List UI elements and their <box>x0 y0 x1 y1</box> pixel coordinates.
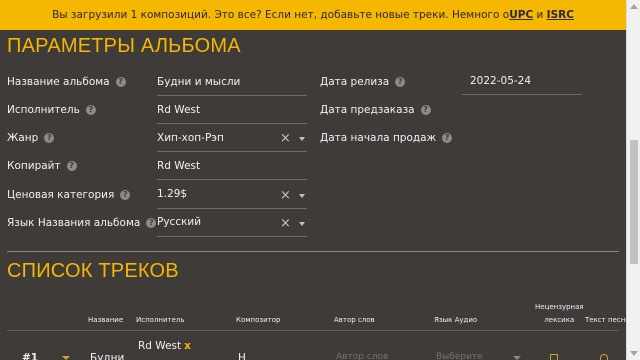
preorder-date-label: Дата предзаказа? <box>320 104 431 116</box>
help-icon[interactable]: ? <box>395 77 406 87</box>
price-select[interactable]: 1.29$ <box>157 188 187 200</box>
language-select-controls: × <box>280 216 305 231</box>
lyrics-button[interactable] <box>600 354 608 360</box>
price-label: Ценовая категория? <box>7 189 131 201</box>
col-header-name: Название <box>88 316 124 324</box>
help-icon[interactable]: ? <box>66 161 77 171</box>
artist-field[interactable]: Rd West <box>157 104 200 116</box>
price-underline <box>157 208 307 209</box>
banner-text: Вы загрузили 1 композиций. Это все? Если… <box>52 9 510 21</box>
col-header-lyrics: Текст песни <box>585 316 630 324</box>
clear-icon[interactable]: × <box>280 131 291 146</box>
album-name-field[interactable]: Будни и мысли <box>157 76 240 88</box>
track-number: #1 <box>22 352 39 360</box>
release-date-label: Дата релиза? <box>320 76 406 88</box>
release-date-label-text: Дата релиза <box>320 76 390 88</box>
help-icon[interactable]: ? <box>120 190 131 200</box>
banner-text-mid: и <box>533 9 547 21</box>
track-language-select[interactable]: Выберите <box>436 352 483 360</box>
col-header-explicit-line2: лексика <box>544 316 575 324</box>
track-lyricist-input[interactable]: Автор слов <box>336 352 388 360</box>
language-underline <box>157 236 307 237</box>
help-icon[interactable]: ? <box>115 77 126 87</box>
chevron-down-icon[interactable] <box>298 136 305 141</box>
genre-label-text: Жанр <box>7 132 39 144</box>
album-language-label: Язык Названия альбома? <box>7 217 157 229</box>
copyright-field[interactable]: Rd West <box>157 160 200 172</box>
album-language-label-text: Язык Названия альбома <box>7 217 141 229</box>
album-name-label-text: Название альбома <box>7 76 110 88</box>
chevron-down-icon[interactable] <box>298 221 305 226</box>
tracks-title: СПИСОК ТРЕКОВ <box>7 260 179 282</box>
track-artist-tag: Rd West x <box>138 340 191 352</box>
copyright-underline <box>157 179 307 180</box>
help-icon[interactable]: ? <box>85 105 96 115</box>
upc-link[interactable]: UPC <box>509 9 533 21</box>
sales-start-date-label-text: Дата начала продаж <box>320 132 437 144</box>
copyright-label-text: Копирайт <box>7 160 61 172</box>
col-header-audio-language: Язык Аудио <box>434 316 478 324</box>
chevron-down-icon[interactable] <box>298 193 305 198</box>
track-name[interactable]: Будни <box>90 352 124 360</box>
artist-label-text: Исполнитель <box>7 104 80 116</box>
preorder-date-label-text: Дата предзаказа <box>320 104 415 116</box>
genre-select-controls: × <box>280 131 305 146</box>
scroll-down-icon[interactable] <box>630 351 638 356</box>
col-header-artist: Исполнитель <box>136 316 185 324</box>
col-header-composer: Композитор <box>236 316 281 324</box>
album-language-select[interactable]: Русский <box>157 216 201 228</box>
clear-icon[interactable]: × <box>280 188 291 203</box>
explicit-checkbox[interactable] <box>550 354 558 360</box>
sales-start-date-label: Дата начала продаж? <box>320 132 453 144</box>
copyright-label: Копирайт? <box>7 160 77 172</box>
clear-icon[interactable]: × <box>280 216 291 231</box>
help-icon[interactable]: ? <box>44 133 55 143</box>
scroll-up-icon[interactable] <box>630 4 638 9</box>
release-date-field[interactable]: 2022-05-24 <box>470 75 531 87</box>
scrollbar-thumb[interactable] <box>630 140 638 264</box>
remove-artist-icon[interactable]: x <box>184 340 191 352</box>
help-icon[interactable]: ? <box>420 105 431 115</box>
price-label-text: Ценовая категория <box>7 189 115 201</box>
track-artist-name: Rd West <box>138 340 182 352</box>
upload-notice-banner: Вы загрузили 1 композиций. Это все? Если… <box>0 0 626 30</box>
artist-underline <box>157 123 307 124</box>
artist-label: Исполнитель? <box>7 104 96 116</box>
price-select-controls: × <box>280 188 305 203</box>
col-header-explicit: Нецензурная лексика <box>535 303 584 324</box>
genre-label: Жанр? <box>7 132 55 144</box>
col-header-explicit-line1: Нецензурная <box>535 303 584 311</box>
genre-underline <box>157 151 307 152</box>
isrc-link[interactable]: ISRC <box>547 9 574 21</box>
genre-select[interactable]: Хип-хоп-Рэп <box>157 132 224 144</box>
section-divider <box>7 251 619 252</box>
table-header-divider <box>7 330 619 331</box>
chevron-down-icon[interactable] <box>513 356 521 360</box>
track-composer[interactable]: Н <box>238 352 246 360</box>
release-date-underline <box>462 94 582 95</box>
page-scrollbar[interactable] <box>626 0 640 360</box>
album-params-title: ПАРАМЕТРЫ АЛЬБОМА <box>7 35 241 57</box>
help-icon[interactable]: ? <box>442 133 453 143</box>
album-name-underline <box>157 95 307 96</box>
help-icon[interactable]: ? <box>146 218 157 228</box>
col-header-lyricist: Автор слов <box>334 316 375 324</box>
album-name-label: Название альбома? <box>7 76 126 88</box>
track-expand-icon[interactable] <box>62 356 70 360</box>
